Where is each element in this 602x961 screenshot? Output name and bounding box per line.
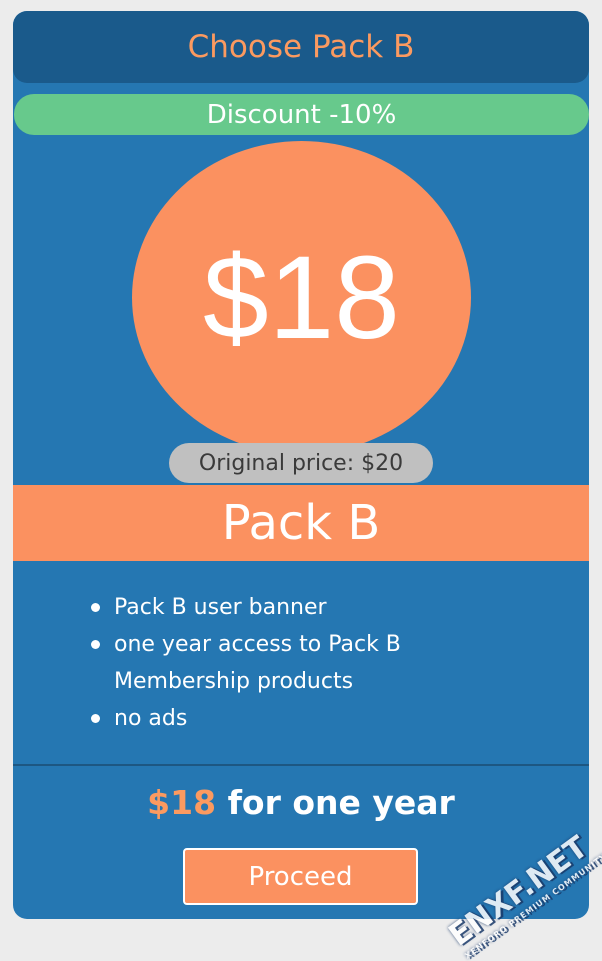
pricing-card: Choose Pack B Discount -10% $18 Original… <box>13 11 589 919</box>
feature-list: Pack B user banner one year access to Pa… <box>91 589 511 737</box>
feature-item: one year access to Pack B Membership pro… <box>91 626 511 700</box>
bullet-icon <box>91 714 100 723</box>
pack-name-banner: Pack B <box>13 485 589 561</box>
feature-item: Pack B user banner <box>91 589 511 626</box>
original-price-pill: Original price: $20 <box>169 443 433 483</box>
summary-period: for one year <box>228 783 455 822</box>
summary-amount: $18 <box>147 783 216 822</box>
bullet-icon <box>91 603 100 612</box>
card-title: Choose Pack B <box>13 11 589 83</box>
feature-text: Pack B user banner <box>114 595 327 620</box>
feature-text: no ads <box>114 706 187 731</box>
proceed-button[interactable]: Proceed <box>183 848 418 905</box>
price-summary: $18 for one year <box>13 783 589 822</box>
price-circle: $18 <box>132 141 471 454</box>
bullet-icon <box>91 640 100 649</box>
divider <box>13 764 589 766</box>
feature-text: one year access to Pack B Membership pro… <box>114 632 401 694</box>
feature-item: no ads <box>91 700 511 737</box>
discount-badge: Discount -10% <box>14 94 589 135</box>
